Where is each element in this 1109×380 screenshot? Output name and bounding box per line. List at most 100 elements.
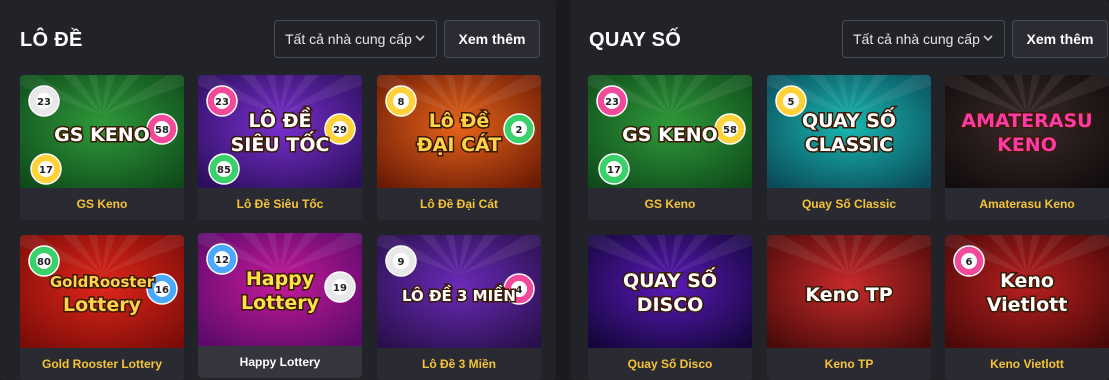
- game-card[interactable]: Keno TP Keno TP: [767, 235, 931, 380]
- lottery-ball-icon: 17: [598, 153, 630, 185]
- game-card[interactable]: 5 QUAY SỐ CLASSIC Quay Số Classic: [767, 75, 931, 220]
- game-art: AMATERASUKENO: [945, 75, 1109, 188]
- game-card[interactable]: 23 58 17 GS KENO GS Keno: [588, 75, 752, 220]
- svg-text:4: 4: [516, 285, 523, 296]
- lottery-ball-icon: 19: [324, 271, 356, 303]
- game-art: 8 2 Lô ĐềĐẠI CÁT: [377, 75, 541, 188]
- svg-text:GoldRooster: GoldRooster: [50, 273, 155, 291]
- game-card[interactable]: 12 19 Happy Lottery Happy Lottery: [198, 233, 362, 378]
- game-thumbnail: 8 2 Lô Đề ĐẠI CÁT: [377, 75, 541, 188]
- svg-text:SIÊU TỐC: SIÊU TỐC: [231, 130, 330, 156]
- svg-text:23: 23: [605, 97, 619, 108]
- section-title: LÔ ĐỀ: [20, 29, 83, 51]
- lottery-ball-icon: 23: [28, 85, 60, 117]
- svg-text:GS KENO: GS KENO: [54, 124, 150, 146]
- game-card[interactable]: 23 58 17 GS KENO GS Keno: [20, 75, 184, 220]
- svg-text:58: 58: [155, 125, 169, 136]
- svg-text:ĐẠI CÁT: ĐẠI CÁT: [417, 133, 501, 156]
- svg-text:Vietlott: Vietlott: [987, 294, 1068, 316]
- lottery-ball-icon: 8: [385, 85, 417, 117]
- svg-text:Happy: Happy: [246, 268, 315, 290]
- svg-text:CLASSIC: CLASSIC: [805, 134, 893, 156]
- game-art: 23 58 17 GS KENO: [588, 75, 752, 188]
- game-name: GS Keno: [76, 197, 128, 211]
- svg-text:17: 17: [39, 165, 53, 176]
- game-art: Keno TP: [767, 235, 931, 348]
- svg-text:8: 8: [398, 97, 405, 108]
- svg-text:58: 58: [723, 125, 737, 136]
- game-thumbnail: QUAY SỐ DISCO: [588, 235, 752, 348]
- game-name: Happy Lottery: [239, 355, 321, 369]
- svg-text:Keno: Keno: [1000, 270, 1054, 292]
- svg-text:9: 9: [398, 257, 405, 268]
- game-thumbnail: 12 19 Happy Lottery: [198, 233, 362, 346]
- game-thumbnail: 23 58 17 GS KENO: [20, 75, 184, 188]
- game-thumbnail: 23 29 85 LÔ ĐỀ SIÊU TỐC: [198, 75, 362, 188]
- game-name: Quay Số Disco: [627, 357, 713, 371]
- svg-text:23: 23: [37, 97, 51, 108]
- game-card[interactable]: 8 2 Lô Đề ĐẠI CÁT Lô Đề Đại Cát: [377, 75, 541, 220]
- svg-text:16: 16: [155, 285, 169, 296]
- game-art: 80 16GoldRooster Lottery: [20, 235, 184, 348]
- game-art: 9 4LÔ ĐỀ 3 MIỀN: [377, 235, 541, 348]
- svg-text:29: 29: [333, 125, 347, 136]
- svg-text:GS KENO: GS KENO: [622, 124, 718, 146]
- svg-text:17: 17: [607, 165, 621, 176]
- game-card[interactable]: 6 Keno Vietlott Keno Vietlott: [945, 235, 1109, 380]
- svg-text:LÔ ĐỀ: LÔ ĐỀ: [248, 106, 311, 132]
- game-art: QUAY SỐDISCO: [588, 235, 752, 348]
- game-name: Quay Số Classic: [801, 197, 897, 211]
- game-art: 23 29 85 LÔ ĐỀSIÊU TỐC: [198, 75, 362, 188]
- svg-text:KENO: KENO: [997, 134, 1057, 156]
- lottery-ball-icon: 80: [28, 245, 60, 277]
- provider-filter-value: Tất cả nhà cung cấp: [853, 31, 980, 47]
- see-more-button[interactable]: Xem thêm: [444, 20, 540, 58]
- lottery-ball-icon: 29: [324, 113, 356, 145]
- chevron-down-icon: [415, 35, 425, 42]
- lottery-ball-icon: 12: [206, 243, 238, 275]
- provider-filter-select[interactable]: Tất cả nhà cung cấp: [842, 20, 1005, 58]
- svg-text:2: 2: [516, 125, 523, 136]
- game-card[interactable]: 9 4 LÔ ĐỀ 3 MIỀN Lô Đề 3 Miền: [377, 235, 541, 380]
- lottery-ball-icon: 17: [30, 153, 62, 185]
- game-name: Lô Đề Siêu Tốc: [236, 197, 324, 211]
- game-card[interactable]: QUAY SỐ DISCO Quay Số Disco: [588, 235, 752, 380]
- game-name: Gold Rooster Lottery: [41, 357, 162, 371]
- chevron-down-icon: [983, 35, 993, 42]
- svg-text:85: 85: [217, 165, 231, 176]
- section-title: QUAY SỐ: [589, 29, 682, 51]
- game-name: Keno Vietlott: [990, 357, 1064, 371]
- game-thumbnail: 5 QUAY SỐ CLASSIC: [767, 75, 931, 188]
- lottery-ball-icon: 23: [206, 85, 238, 117]
- game-card[interactable]: 80 16 GoldRooster Lottery Gold Rooster Lott…: [20, 235, 184, 380]
- svg-text:QUAY SỐ: QUAY SỐ: [802, 106, 896, 132]
- section-lo-de: LÔ ĐỀ Tất cả nhà cung cấp Xem thêm 23 58 1…: [0, 0, 556, 380]
- lottery-ball-icon: 85: [208, 153, 240, 185]
- game-art: 5 QUAY SỐCLASSIC: [767, 75, 931, 188]
- game-card[interactable]: 23 29 85 LÔ ĐỀ SIÊU TỐC Lô Đề Siêu Tốc: [198, 75, 362, 220]
- lottery-ball-icon: 2: [503, 113, 535, 145]
- svg-text:AMATERASU: AMATERASU: [961, 110, 1092, 132]
- game-name: Lô Đề Đại Cát: [419, 197, 498, 211]
- svg-text:LÔ ĐỀ 3 MIỀN: LÔ ĐỀ 3 MIỀN: [402, 284, 516, 305]
- see-more-button[interactable]: Xem thêm: [1012, 20, 1108, 58]
- game-thumbnail: 6 Keno Vietlott: [945, 235, 1109, 348]
- game-thumbnail: Keno TP: [767, 235, 931, 348]
- game-card[interactable]: AMATERASU KENO Amaterasu Keno: [945, 75, 1109, 220]
- svg-text:DISCO: DISCO: [637, 294, 704, 316]
- provider-filter-select[interactable]: Tất cả nhà cung cấp: [274, 20, 437, 58]
- lottery-ball-icon: 9: [385, 245, 417, 277]
- lottery-ball-icon: 6: [953, 245, 985, 277]
- svg-text:80: 80: [37, 257, 51, 268]
- game-thumbnail: 80 16 GoldRooster Lottery: [20, 235, 184, 348]
- svg-text:5: 5: [788, 97, 795, 108]
- game-art: 6 KenoVietlott: [945, 235, 1109, 348]
- svg-text:19: 19: [333, 283, 347, 294]
- game-name: Lô Đề 3 Miền: [421, 357, 496, 371]
- game-art: 12 19 HappyLottery: [198, 233, 362, 346]
- svg-text:Lottery: Lottery: [241, 292, 320, 314]
- lottery-ball-icon: 58: [146, 113, 178, 145]
- svg-text:Lô Đề: Lô Đề: [429, 109, 490, 132]
- game-thumbnail: 23 58 17 GS KENO: [588, 75, 752, 188]
- svg-text:12: 12: [215, 255, 229, 266]
